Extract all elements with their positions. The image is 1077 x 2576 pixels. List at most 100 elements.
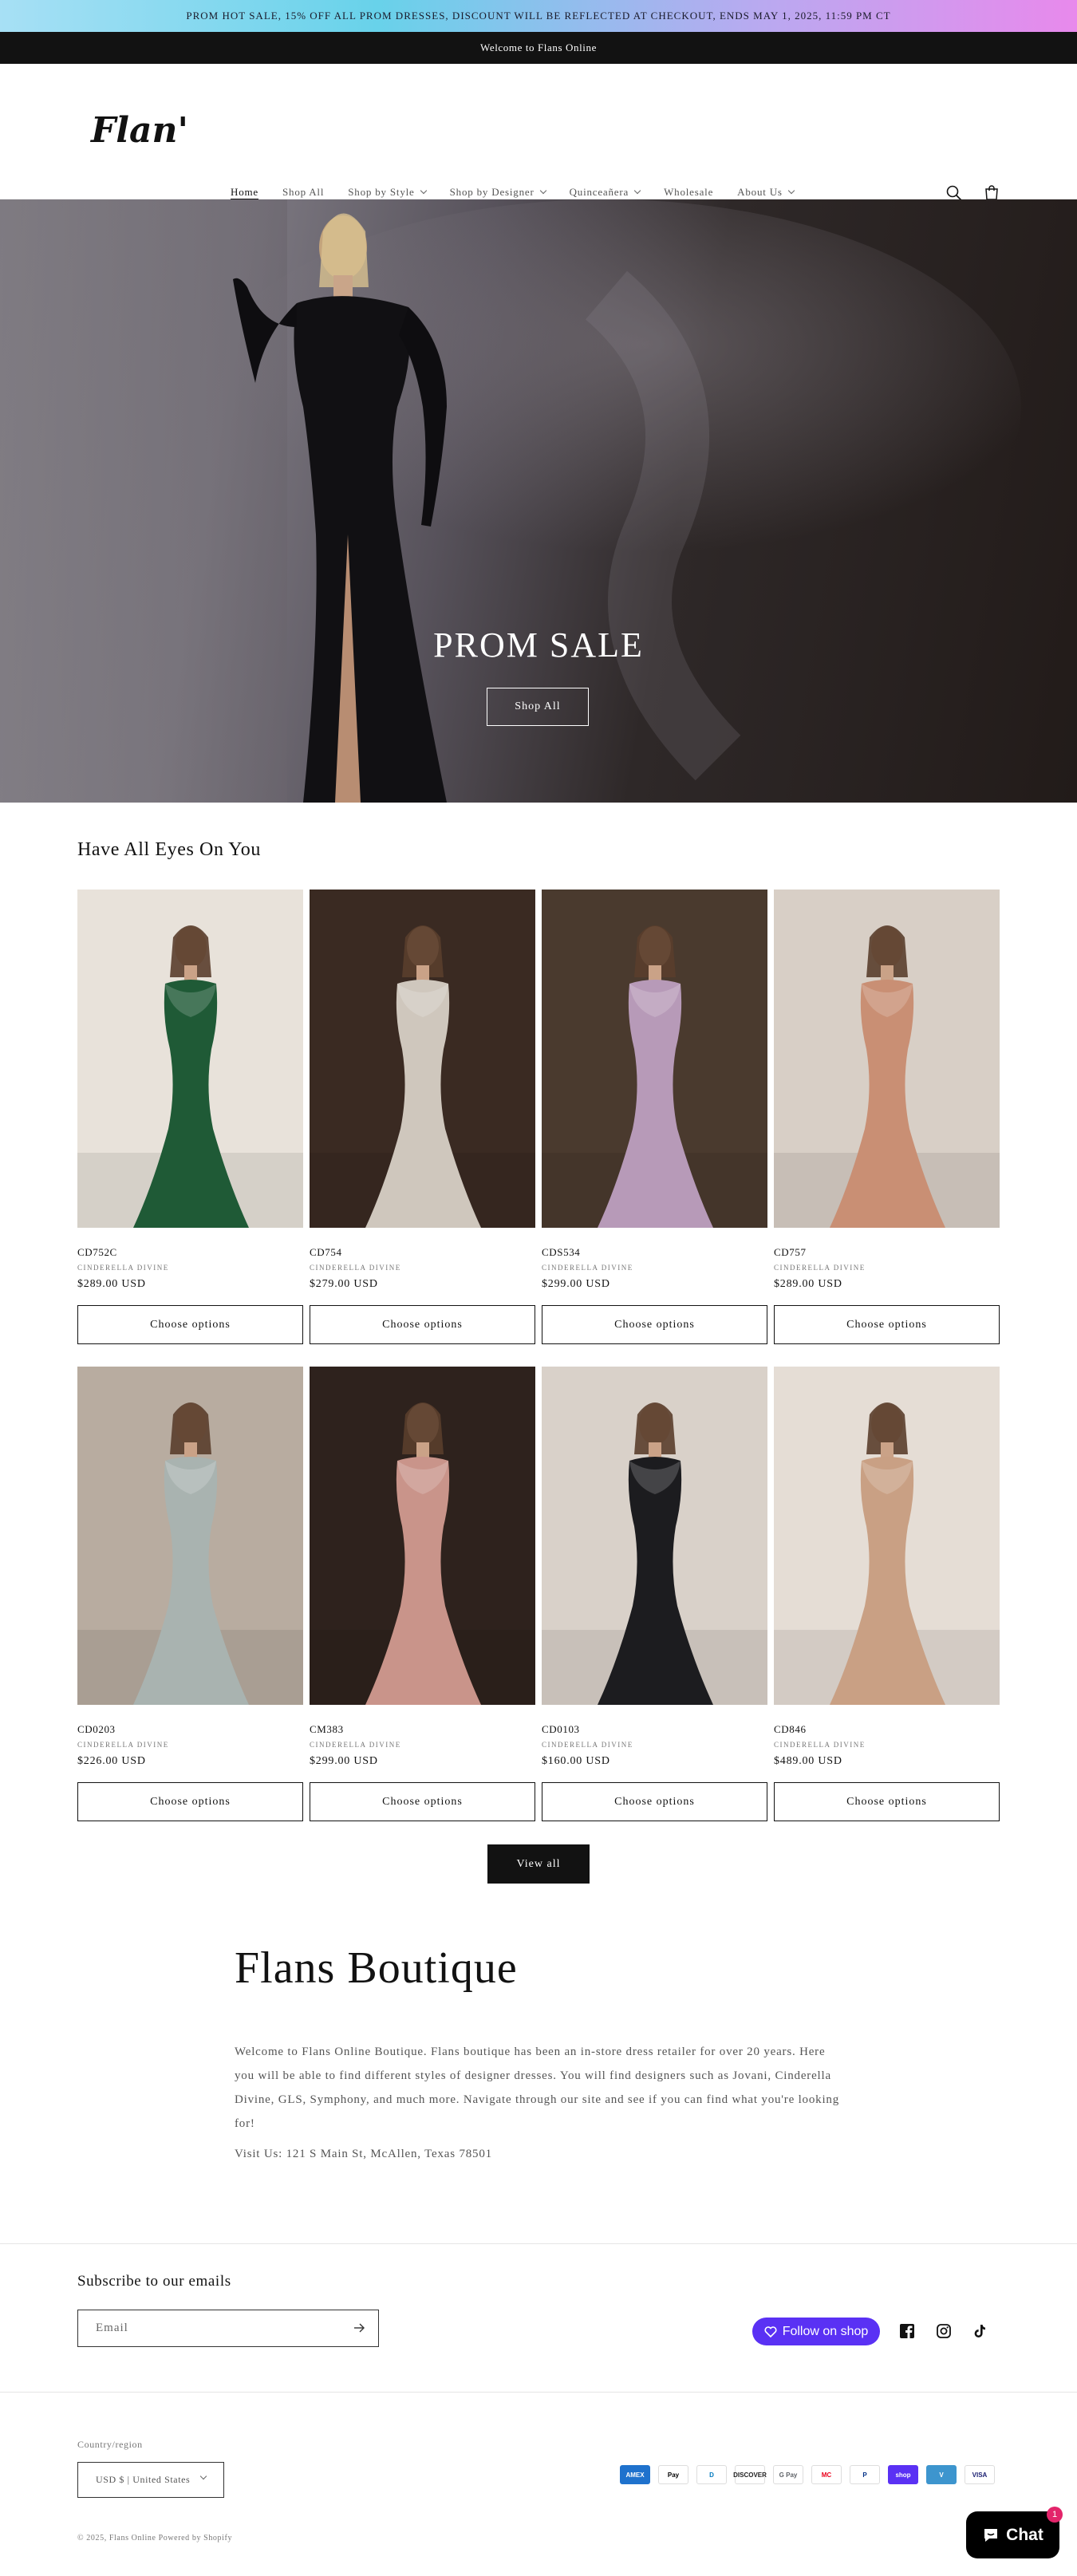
flans-logo[interactable]: Flan's bbox=[88, 104, 187, 160]
nav-item-label: Wholesale bbox=[664, 186, 714, 198]
product-card[interactable]: CD0203 CINDERELLA DIVINE $226.00 USD Choose… bbox=[77, 1367, 303, 1821]
choose-options-button[interactable]: Choose options bbox=[774, 1305, 1000, 1344]
welcome-bar: Welcome to Flans Online bbox=[0, 32, 1077, 64]
product-card[interactable]: CD757 CINDERELLA DIVINE $289.00 USD Choose … bbox=[774, 890, 1000, 1344]
boutique-address: Visit Us: 121 S Main St, McAllen, Texas … bbox=[235, 2148, 492, 2160]
country-value: USD $ | United States bbox=[96, 2474, 191, 2485]
newsletter-title: Subscribe to our emails bbox=[77, 2273, 231, 2290]
product-name[interactable]: CD757 bbox=[774, 1246, 1000, 1259]
chevron-down-icon bbox=[633, 187, 641, 195]
chevron-down-icon bbox=[539, 187, 546, 195]
nav-item-shop-by-style[interactable]: Shop by Style bbox=[348, 186, 427, 199]
chat-label: Chat bbox=[1006, 2525, 1043, 2544]
payment-discover-icon: DISCOVER bbox=[733, 2465, 767, 2484]
choose-options-button[interactable]: Choose options bbox=[774, 1782, 1000, 1821]
nav-item-wholesale[interactable]: Wholesale bbox=[664, 186, 713, 199]
product-vendor: CINDERELLA DIVINE bbox=[542, 1741, 633, 1749]
choose-options-button[interactable]: Choose options bbox=[542, 1305, 767, 1344]
view-all-button[interactable]: View all bbox=[487, 1844, 590, 1884]
product-card[interactable]: CD0103 CINDERELLA DIVINE $160.00 USD Choose… bbox=[542, 1367, 767, 1821]
site-header: Flan's Home Shop All Shop by Style Shop by … bbox=[0, 64, 1077, 201]
product-name[interactable]: CD0203 bbox=[77, 1723, 303, 1736]
choose-options-button[interactable]: Choose options bbox=[310, 1305, 535, 1344]
chat-button[interactable]: Chat bbox=[966, 2511, 1059, 2558]
main-nav: Home Shop All Shop by Style Shop by Designe… bbox=[231, 186, 795, 199]
product-image[interactable] bbox=[77, 890, 303, 1228]
product-vendor: CINDERELLA DIVINE bbox=[77, 1741, 169, 1749]
nav-item-label: Home bbox=[231, 186, 258, 198]
product-price: $279.00 USD bbox=[310, 1278, 378, 1290]
tiktok-icon[interactable] bbox=[972, 2323, 988, 2339]
product-card[interactable]: CD846 CINDERELLA DIVINE $489.00 USD Choose … bbox=[774, 1367, 1000, 1821]
country-selector[interactable]: USD $ | United States bbox=[77, 2462, 224, 2498]
product-card[interactable]: CD754 CINDERELLA DIVINE $279.00 USD Choose … bbox=[310, 890, 535, 1344]
product-image[interactable] bbox=[542, 890, 767, 1228]
product-name[interactable]: CD846 bbox=[774, 1723, 1000, 1736]
product-name[interactable]: CD0103 bbox=[542, 1723, 767, 1736]
choose-options-button[interactable]: Choose options bbox=[542, 1782, 767, 1821]
product-image[interactable] bbox=[774, 1367, 1000, 1705]
product-image[interactable] bbox=[542, 1367, 767, 1705]
product-vendor: CINDERELLA DIVINE bbox=[77, 1264, 169, 1272]
product-price: $489.00 USD bbox=[774, 1755, 842, 1767]
welcome-text: Welcome to Flans Online bbox=[480, 41, 597, 53]
product-image[interactable] bbox=[77, 1367, 303, 1705]
product-vendor: CINDERELLA DIVINE bbox=[542, 1264, 633, 1272]
arrow-right-icon[interactable] bbox=[353, 2322, 365, 2334]
nav-item-about-us[interactable]: About Us bbox=[737, 186, 795, 199]
collection-title: Have All Eyes On You bbox=[77, 839, 262, 860]
product-name[interactable]: CD752C bbox=[77, 1246, 303, 1259]
product-price: $226.00 USD bbox=[77, 1755, 146, 1767]
nav-item-label: Shop by Style bbox=[348, 186, 415, 198]
chevron-down-icon bbox=[199, 2472, 207, 2480]
product-vendor: CINDERELLA DIVINE bbox=[774, 1741, 866, 1749]
chevron-down-icon bbox=[787, 187, 795, 195]
product-price: $299.00 USD bbox=[542, 1278, 610, 1290]
facebook-icon[interactable] bbox=[899, 2323, 915, 2339]
product-card[interactable]: CDS534 CINDERELLA DIVINE $299.00 USD Choose… bbox=[542, 890, 767, 1344]
boutique-title: Flans Boutique bbox=[235, 1943, 518, 1993]
promo-text: PROM HOT SALE, 15% OFF ALL PROM DRESSES,… bbox=[186, 10, 891, 22]
nav-item-shop-by-designer[interactable]: Shop by Designer bbox=[450, 186, 546, 199]
nav-item-label: Shop by Designer bbox=[449, 186, 535, 198]
product-price: $289.00 USD bbox=[774, 1278, 842, 1290]
email-input[interactable]: Email bbox=[77, 2310, 379, 2347]
payment-amex-icon: AMEX bbox=[620, 2465, 650, 2484]
heart-icon bbox=[764, 2326, 777, 2337]
nav-item-label: Shop All bbox=[282, 186, 325, 198]
payment-d-icon: D bbox=[696, 2465, 727, 2484]
payment-v-icon: V bbox=[926, 2465, 957, 2484]
choose-options-button[interactable]: Choose options bbox=[77, 1782, 303, 1821]
choose-options-button[interactable]: Choose options bbox=[310, 1782, 535, 1821]
follow-on-shop-button[interactable]: Follow on shop bbox=[752, 2318, 880, 2345]
product-name[interactable]: CD754 bbox=[310, 1246, 535, 1259]
payment-g-pay-icon: G Pay bbox=[773, 2465, 803, 2484]
product-name[interactable]: CDS534 bbox=[542, 1246, 767, 1259]
country-label: Country/region bbox=[77, 2439, 143, 2450]
nav-item-shop-all[interactable]: Shop All bbox=[282, 186, 324, 199]
product-name[interactable]: CM383 bbox=[310, 1723, 535, 1736]
copyright: © 2025, Flans Online Powered by Shopify bbox=[77, 2534, 233, 2542]
product-vendor: CINDERELLA DIVINE bbox=[310, 1264, 401, 1272]
product-image[interactable] bbox=[774, 890, 1000, 1228]
hero-shop-all-button[interactable]: Shop All bbox=[487, 688, 589, 726]
product-price: $289.00 USD bbox=[77, 1278, 146, 1290]
nav-item-home[interactable]: Home bbox=[231, 186, 258, 199]
choose-options-button[interactable]: Choose options bbox=[77, 1305, 303, 1344]
product-image[interactable] bbox=[310, 1367, 535, 1705]
product-price: $160.00 USD bbox=[542, 1755, 610, 1767]
product-card[interactable]: CM383 CINDERELLA DIVINE $299.00 USD Choose … bbox=[310, 1367, 535, 1821]
payment-visa-icon: VISA bbox=[965, 2465, 995, 2484]
payment-mc-icon: MC bbox=[811, 2465, 842, 2484]
nav-item-label: Quinceañera bbox=[569, 186, 629, 198]
payment-p-icon: P bbox=[850, 2465, 880, 2484]
payment-shop-icon: shop bbox=[888, 2465, 918, 2484]
footer-divider bbox=[0, 2243, 1077, 2244]
product-image[interactable] bbox=[310, 890, 535, 1228]
logo-text: Flan's bbox=[89, 110, 187, 151]
nav-item-quincea-era[interactable]: Quinceañera bbox=[569, 186, 641, 199]
payment-pay-icon: Pay bbox=[658, 2465, 688, 2484]
product-card[interactable]: CD752C CINDERELLA DIVINE $289.00 USD Choose… bbox=[77, 890, 303, 1344]
hero-title: PROM SALE bbox=[433, 625, 644, 665]
instagram-icon[interactable] bbox=[936, 2323, 952, 2339]
